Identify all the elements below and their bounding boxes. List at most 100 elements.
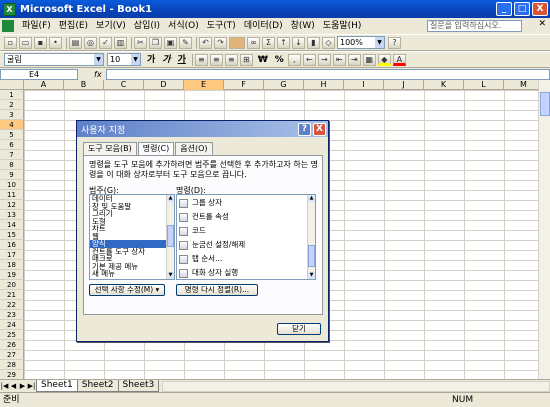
align-right-icon[interactable]: ≡ (224, 53, 238, 66)
scroll-down-icon[interactable]: ▼ (167, 272, 174, 279)
help-question-input[interactable]: 질문을 입력하십시오. (427, 20, 522, 32)
formula-input[interactable] (105, 68, 550, 80)
chevron-down-icon[interactable]: ▼ (131, 54, 140, 65)
horizontal-scrollbar[interactable] (162, 380, 550, 392)
command-item[interactable]: 눈금선 설정/해제 (177, 238, 315, 252)
row-header[interactable]: 5 (0, 130, 24, 140)
row-header[interactable]: 1 (0, 90, 24, 100)
sheet-tab-3[interactable]: Sheet3 (117, 380, 160, 392)
row-header[interactable]: 27 (0, 350, 24, 360)
italic-button[interactable]: 가 (159, 54, 173, 66)
column-header[interactable]: I (344, 80, 384, 90)
scroll-up-icon[interactable]: ▲ (308, 195, 315, 202)
currency-button[interactable]: ₩ (255, 54, 271, 66)
chevron-down-icon[interactable]: ▼ (375, 37, 384, 48)
row-header[interactable]: 12 (0, 200, 24, 210)
print-preview-icon[interactable]: ◎ (84, 36, 97, 49)
column-header[interactable]: E (184, 80, 224, 90)
sheet-tab-1[interactable]: Sheet1 (36, 380, 78, 392)
scroll-thumb[interactable] (167, 225, 174, 247)
decrease-indent-icon[interactable]: ⇤ (332, 53, 346, 66)
command-item[interactable]: 대화 상자 실행 (177, 266, 315, 279)
close-button[interactable]: X (532, 2, 548, 16)
modify-selection-button[interactable]: 선택 사항 수정(M) ▾ (89, 284, 165, 296)
categories-listbox[interactable]: 데이터 창 및 도움말 그리기 도형 차트 웹 양식 컨트롤 도구 상자 매크로 기본 제공 메뉴… (89, 194, 175, 280)
row-header[interactable]: 3 (0, 110, 24, 120)
row-header[interactable]: 8 (0, 160, 24, 170)
align-left-icon[interactable]: ≡ (194, 53, 208, 66)
copy-icon[interactable]: ❐ (149, 36, 162, 49)
font-name-combo[interactable]: 굴림 ▼ (4, 53, 104, 66)
column-header[interactable]: F (224, 80, 264, 90)
row-header[interactable]: 4 (0, 120, 24, 130)
scroll-thumb[interactable] (540, 92, 550, 116)
dialog-close-icon[interactable]: X (313, 122, 326, 136)
menu-view[interactable]: 보기(V) (92, 19, 130, 33)
chevron-down-icon[interactable]: ▼ (94, 54, 103, 65)
dialog-close-button[interactable]: 닫기 (277, 323, 321, 335)
drawing-icon[interactable]: ◇ (322, 36, 335, 49)
category-item[interactable]: 새 메뉴 (90, 270, 174, 278)
prev-sheet-icon[interactable]: ◀ (9, 382, 18, 390)
commands-listbox[interactable]: 그룹 상자 컨트롤 속성 코드 눈금선 설정/해제 탭 순서... 대화 상자 실행 ▲ … (176, 194, 316, 280)
chart-wizard-icon[interactable]: ▮ (307, 36, 320, 49)
categories-scrollbar[interactable]: ▲ ▼ (166, 195, 174, 279)
font-color-icon[interactable]: A (392, 53, 406, 66)
row-header[interactable]: 20 (0, 280, 24, 290)
borders-icon[interactable]: ▦ (362, 53, 376, 66)
menu-help[interactable]: 도움말(H) (319, 19, 366, 33)
menu-tools[interactable]: 도구(T) (203, 19, 240, 33)
first-sheet-icon[interactable]: |◀ (0, 382, 9, 390)
merge-center-icon[interactable]: ⊞ (239, 53, 253, 66)
row-header[interactable]: 6 (0, 140, 24, 150)
column-header[interactable]: B (64, 80, 104, 90)
scroll-down-icon[interactable]: ▼ (308, 272, 315, 279)
font-size-combo[interactable]: 10 ▼ (107, 53, 141, 66)
row-header[interactable]: 26 (0, 340, 24, 350)
excel-doc-icon[interactable] (2, 20, 14, 32)
name-box[interactable]: E4 (0, 68, 78, 80)
row-header[interactable]: 24 (0, 320, 24, 330)
row-header[interactable]: 23 (0, 310, 24, 320)
bold-button[interactable]: 가 (144, 54, 158, 66)
align-center-icon[interactable]: ≡ (209, 53, 223, 66)
minimize-button[interactable]: _ (496, 2, 512, 16)
row-header[interactable]: 2 (0, 100, 24, 110)
dialog-help-button[interactable]: ? (298, 122, 311, 136)
menu-edit[interactable]: 편집(E) (55, 19, 92, 33)
tab-toolbars[interactable]: 도구 모음(B) (83, 142, 137, 155)
percent-button[interactable]: % (272, 54, 287, 66)
menu-insert[interactable]: 삽입(I) (130, 19, 164, 33)
increase-decimal-icon[interactable]: ← (302, 53, 316, 66)
increase-indent-icon[interactable]: ⇥ (347, 53, 361, 66)
row-header[interactable]: 10 (0, 180, 24, 190)
row-header[interactable]: 19 (0, 270, 24, 280)
row-header[interactable]: 11 (0, 190, 24, 200)
commands-scrollbar[interactable]: ▲ ▼ (307, 195, 315, 279)
spelling-icon[interactable]: ✓ (99, 36, 112, 49)
row-header[interactable]: 18 (0, 260, 24, 270)
row-header[interactable]: 21 (0, 290, 24, 300)
command-item[interactable]: 그룹 상자 (177, 196, 315, 210)
format-painter-icon[interactable]: ✎ (179, 36, 192, 49)
open-icon[interactable]: ▭ (19, 36, 32, 49)
close-workbook-icon[interactable]: ✕ (538, 19, 546, 29)
comma-style-icon[interactable]: , (287, 53, 301, 66)
paste-icon[interactable]: ▣ (164, 36, 177, 49)
help-icon[interactable]: ? (388, 36, 401, 49)
row-header[interactable]: 25 (0, 330, 24, 340)
undo-icon[interactable]: ↶ (199, 36, 212, 49)
autosum-icon[interactable]: Σ (262, 36, 275, 49)
column-header[interactable]: J (384, 80, 424, 90)
category-item[interactable]: 차트 (90, 225, 174, 233)
decrease-decimal-icon[interactable]: → (317, 53, 331, 66)
column-header[interactable]: G (264, 80, 304, 90)
tab-commands[interactable]: 명령(C) (137, 142, 175, 156)
fill-color-box-icon[interactable] (229, 36, 245, 49)
research-icon[interactable]: ▥ (114, 36, 127, 49)
row-header[interactable]: 14 (0, 220, 24, 230)
maximize-button[interactable]: □ (514, 2, 530, 16)
redo-icon[interactable]: ↷ (214, 36, 227, 49)
scroll-up-icon[interactable]: ▲ (167, 195, 174, 202)
rearrange-commands-button[interactable]: 명령 다시 정렬(R)... (176, 284, 258, 296)
